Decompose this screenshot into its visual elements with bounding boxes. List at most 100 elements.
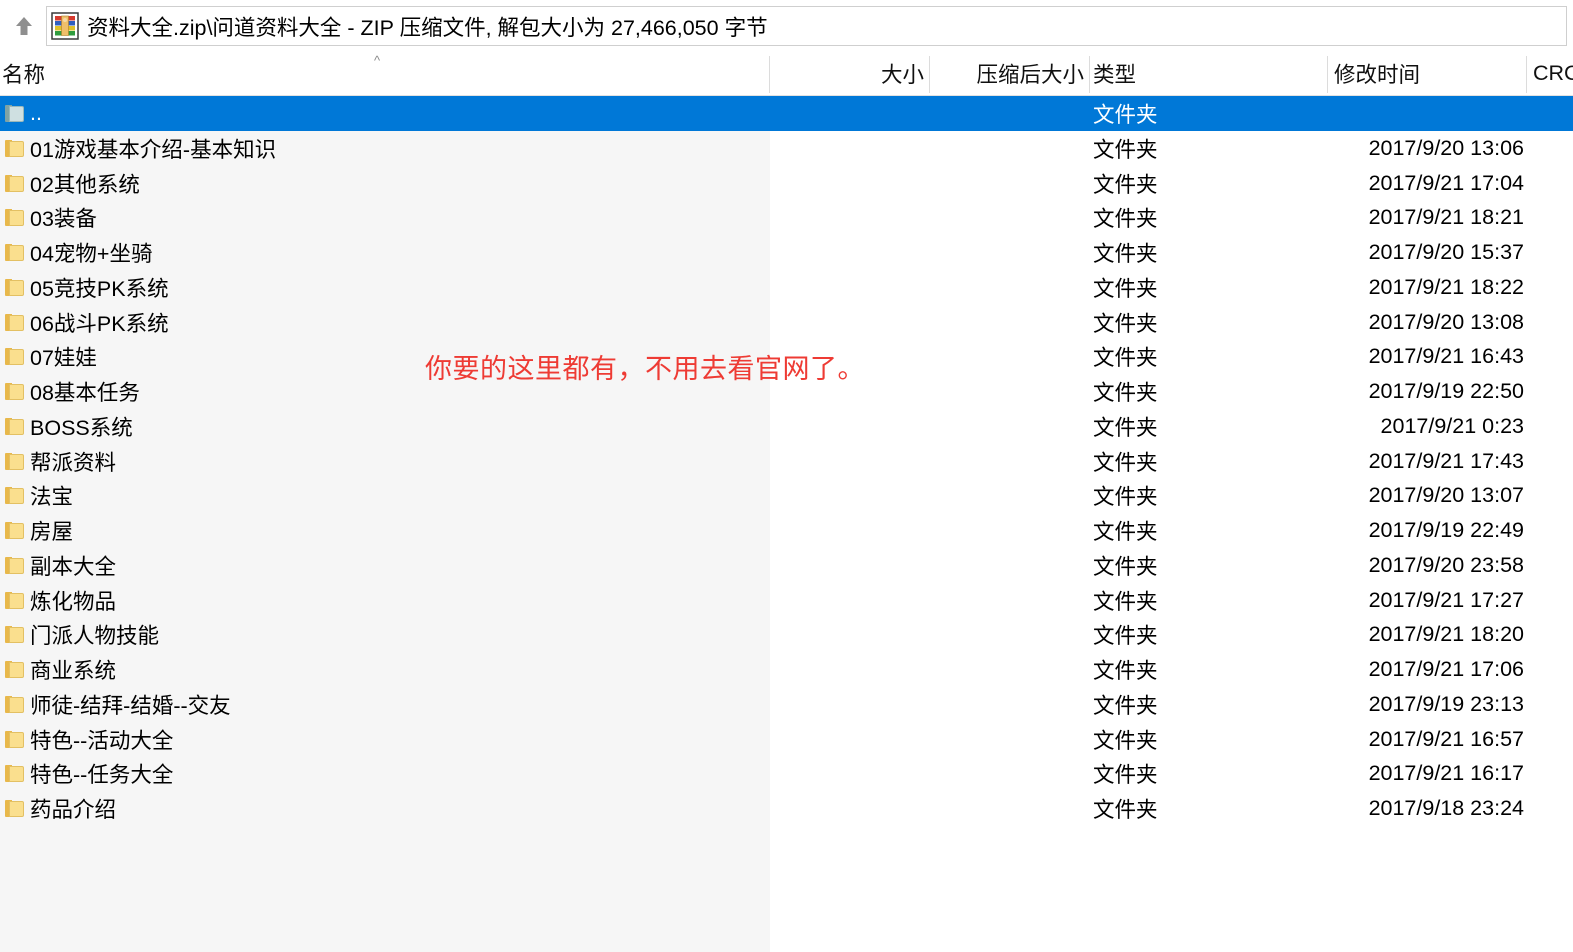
table-row[interactable]: .. 文件夹 bbox=[0, 96, 1573, 131]
cell-modified-time: 2017/9/21 18:22 bbox=[1368, 274, 1524, 299]
cell-modified-time: 2017/9/21 17:27 bbox=[1368, 587, 1524, 612]
cell-file-name: 特色--活动大全 bbox=[30, 728, 174, 753]
cell-type: 文件夹 bbox=[1093, 520, 1158, 544]
cell-type: 文件夹 bbox=[1093, 276, 1158, 301]
cell-modified-time: 2017/9/20 13:08 bbox=[1368, 309, 1524, 334]
table-row[interactable]: 副本大全 文件夹 2017/9/20 23:58 bbox=[0, 548, 1573, 583]
folder-icon bbox=[4, 658, 26, 680]
folder-icon bbox=[4, 380, 26, 402]
cell-packed-size bbox=[930, 478, 1090, 513]
cell-type: 文件夹 bbox=[1093, 103, 1158, 127]
folder-icon bbox=[4, 241, 26, 263]
winrar-archive-icon bbox=[51, 12, 79, 40]
cell-type: 文件夹 bbox=[1093, 172, 1158, 197]
column-header-name[interactable]: 名称 bbox=[0, 52, 770, 95]
cell-packed-size bbox=[930, 235, 1090, 270]
cell-packed-size bbox=[930, 791, 1090, 826]
cell-type: 文件夹 bbox=[1093, 624, 1158, 649]
folder-icon bbox=[4, 484, 26, 506]
cell-packed-size bbox=[930, 131, 1090, 166]
cell-size bbox=[770, 444, 930, 479]
table-row[interactable]: 01游戏基本介绍-基本知识 文件夹 2017/9/20 13:06 bbox=[0, 131, 1573, 166]
table-row[interactable]: 药品介绍 文件夹 2017/9/18 23:24 bbox=[0, 791, 1573, 826]
cell-size bbox=[770, 756, 930, 791]
cell-packed-size bbox=[930, 583, 1090, 618]
folder-icon bbox=[4, 137, 26, 159]
cell-size bbox=[770, 478, 930, 513]
table-row[interactable]: BOSS系统 文件夹 2017/9/21 0:23 bbox=[0, 409, 1573, 444]
cell-packed-size bbox=[930, 166, 1090, 201]
folder-icon bbox=[4, 276, 26, 298]
table-row[interactable]: 特色--活动大全 文件夹 2017/9/21 16:57 bbox=[0, 722, 1573, 757]
up-one-level-button[interactable] bbox=[2, 4, 46, 48]
folder-icon bbox=[4, 728, 26, 750]
cell-modified-time: 2017/9/21 17:43 bbox=[1368, 448, 1524, 473]
cell-file-name: 门派人物技能 bbox=[30, 624, 160, 649]
column-header-modified[interactable]: 修改时间 bbox=[1334, 52, 1527, 95]
cell-type: 文件夹 bbox=[1093, 450, 1158, 475]
folder-icon bbox=[4, 450, 26, 472]
table-row[interactable]: 06战斗PK系统 文件夹 2017/9/20 13:08 bbox=[0, 305, 1573, 340]
cell-packed-size bbox=[930, 617, 1090, 652]
folder-icon bbox=[4, 693, 26, 715]
cell-type: 文件夹 bbox=[1093, 485, 1158, 510]
table-row[interactable]: 04宠物+坐骑 文件夹 2017/9/20 15:37 bbox=[0, 235, 1573, 270]
cell-modified-time: 2017/9/21 18:20 bbox=[1368, 622, 1524, 647]
cell-modified-time: 2017/9/19 23:13 bbox=[1368, 691, 1524, 716]
table-row[interactable]: 法宝 文件夹 2017/9/20 13:07 bbox=[0, 478, 1573, 513]
cell-file-name: 法宝 bbox=[30, 485, 74, 510]
cell-size bbox=[770, 235, 930, 270]
cell-file-name: 房屋 bbox=[30, 520, 74, 544]
cell-modified-time: 2017/9/21 0:23 bbox=[1380, 413, 1524, 438]
folder-icon bbox=[4, 206, 26, 228]
cell-modified-time: 2017/9/20 15:37 bbox=[1368, 240, 1524, 264]
table-row[interactable]: 03装备 文件夹 2017/9/21 18:21 bbox=[0, 200, 1573, 235]
table-row[interactable]: 房屋 文件夹 2017/9/19 22:49 bbox=[0, 513, 1573, 548]
cell-modified-time: 2017/9/21 17:04 bbox=[1368, 170, 1524, 195]
cell-size bbox=[770, 791, 930, 826]
table-row[interactable]: 02其他系统 文件夹 2017/9/21 17:04 bbox=[0, 166, 1573, 201]
column-divider-modified[interactable] bbox=[1526, 56, 1527, 93]
cell-type: 文件夹 bbox=[1093, 659, 1158, 683]
table-row[interactable]: 师徒-结拜-结婚--交友 文件夹 2017/9/19 23:13 bbox=[0, 687, 1573, 722]
cell-modified-time: 2017/9/19 22:49 bbox=[1368, 518, 1524, 542]
archive-path-bar[interactable]: 资料大全.zip\问道资料大全 - ZIP 压缩文件, 解包大小为 27,466… bbox=[46, 6, 1567, 46]
cell-packed-size bbox=[930, 96, 1090, 131]
cell-type: 文件夹 bbox=[1093, 554, 1158, 579]
cell-file-name: BOSS系统 bbox=[30, 415, 133, 440]
archive-file-list[interactable]: .. 文件夹 01游戏基本介绍-基本知识 文件夹 2017/9/20 13:06 02其他… bbox=[0, 96, 1573, 952]
cell-type: 文件夹 bbox=[1093, 728, 1158, 753]
column-header-packed-size[interactable]: 压缩后大小 bbox=[930, 52, 1090, 95]
column-header-crc[interactable]: CRC bbox=[1533, 52, 1573, 95]
table-row[interactable]: 门派人物技能 文件夹 2017/9/21 18:20 bbox=[0, 617, 1573, 652]
cell-size bbox=[770, 722, 930, 757]
table-row[interactable]: 商业系统 文件夹 2017/9/21 17:06 bbox=[0, 652, 1573, 687]
column-header-size[interactable]: 大小 bbox=[770, 52, 930, 95]
folder-icon bbox=[4, 797, 26, 819]
cell-file-name: 药品介绍 bbox=[30, 798, 117, 822]
cell-packed-size bbox=[930, 652, 1090, 687]
cell-packed-size bbox=[930, 200, 1090, 235]
cell-type: 文件夹 bbox=[1093, 311, 1158, 336]
column-divider-type[interactable] bbox=[1327, 56, 1328, 93]
cell-modified-time: 2017/9/20 23:58 bbox=[1368, 552, 1524, 577]
cell-type: 文件夹 bbox=[1093, 137, 1158, 162]
sort-ascending-indicator-icon: ^ bbox=[374, 53, 381, 68]
cell-packed-size bbox=[930, 756, 1090, 791]
column-header-row: 名称 大小 压缩后大小 类型 修改时间 CRC bbox=[0, 52, 1573, 96]
column-header-type[interactable]: 类型 bbox=[1093, 52, 1328, 95]
up-arrow-icon bbox=[16, 17, 32, 35]
folder-icon bbox=[4, 519, 26, 541]
table-row[interactable]: 特色--任务大全 文件夹 2017/9/21 16:17 bbox=[0, 756, 1573, 791]
table-row[interactable]: 炼化物品 文件夹 2017/9/21 17:27 bbox=[0, 583, 1573, 618]
cell-modified-time bbox=[1270, 96, 1528, 131]
cell-size bbox=[770, 687, 930, 722]
cell-modified-time: 2017/9/18 23:24 bbox=[1368, 796, 1524, 820]
cell-size bbox=[770, 305, 930, 340]
table-row[interactable]: 05竞技PK系统 文件夹 2017/9/21 18:22 bbox=[0, 270, 1573, 305]
column-divider-packed-size[interactable] bbox=[1089, 56, 1090, 93]
cell-modified-time: 2017/9/21 17:06 bbox=[1368, 657, 1524, 681]
table-row[interactable]: 帮派资料 文件夹 2017/9/21 17:43 bbox=[0, 444, 1573, 479]
cell-type: 文件夹 bbox=[1093, 415, 1158, 440]
cell-size bbox=[770, 409, 930, 444]
